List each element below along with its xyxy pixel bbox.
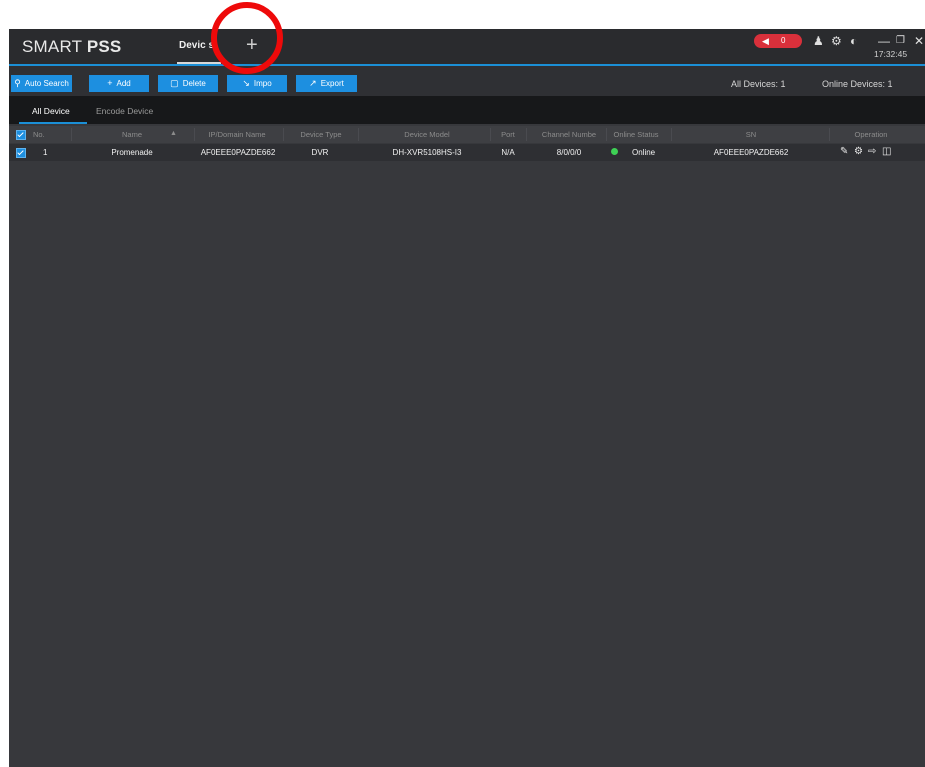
user-icon[interactable]: ♟ <box>813 34 824 48</box>
column-divider <box>671 128 672 141</box>
import-icon: ↘ <box>242 78 250 88</box>
column-divider <box>358 128 359 141</box>
device-subtabs: All Device Encode Device <box>9 96 925 124</box>
column-divider <box>283 128 284 141</box>
import-button[interactable]: ↘ Impo <box>227 75 287 92</box>
header-no: No. <box>33 130 45 139</box>
active-subtab-indicator <box>19 122 87 124</box>
cell-sn: AF0EEE0PAZDE662 <box>713 148 789 157</box>
all-devices-count: All Devices: 1 <box>731 79 786 89</box>
alarm-count: 0 <box>781 36 786 45</box>
trash-icon[interactable]: ◫ <box>882 146 891 158</box>
header-channel-number[interactable]: Channel Numbe <box>542 130 596 139</box>
trash-icon: ▢ <box>170 78 179 88</box>
close-icon[interactable]: ✕ <box>914 34 924 48</box>
column-divider <box>490 128 491 141</box>
export-button[interactable]: ↗ Export <box>296 75 357 92</box>
add-tab-button[interactable]: + <box>246 35 258 55</box>
toolbar: ⚲ Auto Search + Add ▢ Delete ↘ Impo ↗ Export … <box>9 66 925 96</box>
tab-devices[interactable]: Devic s <box>179 40 214 51</box>
row-checkbox[interactable] <box>16 148 26 158</box>
logout-icon[interactable]: ⇨ <box>868 146 876 158</box>
search-icon: ⚲ <box>14 78 21 88</box>
tab-encode-device[interactable]: Encode Device <box>96 106 153 116</box>
online-status-dot <box>611 148 618 155</box>
cell-device-model: DH-XVR5108HS-I3 <box>392 148 462 157</box>
app-logo: SMART PSS <box>22 37 122 56</box>
column-divider <box>526 128 527 141</box>
restore-icon[interactable]: ❐ <box>896 34 905 48</box>
sort-ascending-icon[interactable]: ▲ <box>170 130 177 137</box>
delete-button[interactable]: ▢ Delete <box>158 75 218 92</box>
header-ip[interactable]: IP/Domain Name <box>208 130 265 139</box>
gear-icon[interactable]: ⚙ <box>854 146 863 158</box>
column-divider <box>194 128 195 141</box>
online-devices-count: Online Devices: 1 <box>822 79 893 89</box>
table-row[interactable]: 1 Promenade AF0EEE0PAZDE662 DVR DH-XVR51… <box>9 144 925 161</box>
cell-ip: AF0EEE0PAZDE662 <box>200 148 276 157</box>
minimize-icon[interactable]: — <box>878 34 890 48</box>
cell-channel-number: 8/0/0/0 <box>556 148 582 157</box>
header-device-type[interactable]: Device Type <box>300 130 341 139</box>
header-port[interactable]: Port <box>501 130 515 139</box>
gauge-icon[interactable]: ◐ <box>850 34 857 48</box>
column-divider <box>71 128 72 141</box>
app-window: SMART PSS Devic s + ◀ 0 ♟ ⚙ ◐ — ❐ ✕ 17:3… <box>9 29 925 767</box>
select-all-checkbox[interactable] <box>16 130 26 140</box>
header-device-model[interactable]: Device Model <box>404 130 449 139</box>
alarm-badge[interactable]: ◀ 0 <box>754 34 802 48</box>
header-name[interactable]: Name <box>122 130 142 139</box>
header-operation: Operation <box>854 130 888 139</box>
tab-all-device[interactable]: All Device <box>32 106 70 116</box>
cell-no: 1 <box>43 148 48 157</box>
export-icon: ↗ <box>309 78 317 88</box>
pencil-icon[interactable]: ✎ <box>840 146 848 158</box>
cell-online-status: Online <box>632 148 656 157</box>
column-divider <box>829 128 830 141</box>
header-sn[interactable]: SN <box>746 130 756 139</box>
plus-icon: + <box>107 78 113 88</box>
speaker-icon: ◀ <box>762 36 769 46</box>
header-online-status[interactable]: Online Status <box>613 130 658 139</box>
cell-device-type: DVR <box>311 148 329 157</box>
auto-search-button[interactable]: ⚲ Auto Search <box>11 75 72 92</box>
title-bar: SMART PSS Devic s + ◀ 0 ♟ ⚙ ◐ — ❐ ✕ 17:3… <box>9 29 925 65</box>
gear-icon[interactable]: ⚙ <box>831 34 842 48</box>
clock: 17:32:45 <box>874 49 908 59</box>
cell-port: N/A <box>501 148 515 157</box>
column-divider <box>606 128 607 141</box>
device-table-header: No. Name ▲ IP/Domain Name Device Type De… <box>9 126 925 143</box>
add-button[interactable]: + Add <box>89 75 149 92</box>
cell-name: Promenade <box>111 148 153 157</box>
